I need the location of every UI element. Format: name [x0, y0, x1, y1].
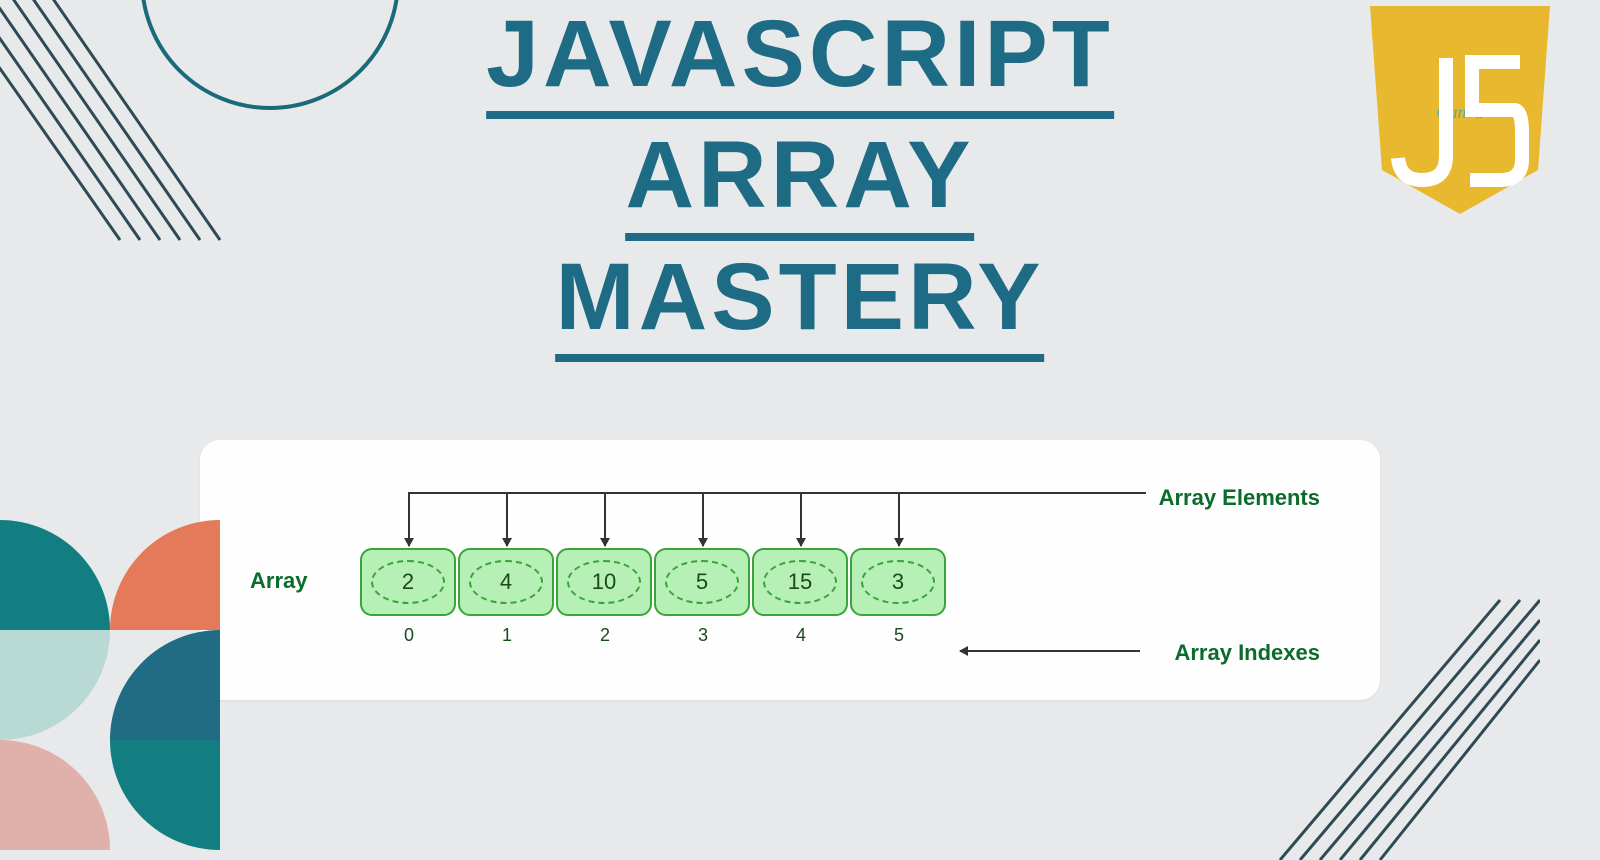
cell-value: 5	[696, 569, 708, 595]
title-line-1: JAVASCRIPT	[486, 0, 1114, 119]
array-cell: 2	[360, 548, 456, 616]
decorative-petals	[0, 520, 230, 860]
js-logo-icon: Canva	[1360, 0, 1560, 220]
label-indexes: Array Indexes	[1174, 640, 1320, 666]
cell-value: 10	[592, 569, 616, 595]
decorative-arc	[140, 0, 400, 110]
index-value: 0	[360, 625, 458, 646]
arrow-to-indexes	[960, 650, 1140, 652]
arrow-to-cell	[800, 492, 802, 546]
index-value: 4	[752, 625, 850, 646]
array-indexes: 0 1 2 3 4 5	[360, 625, 948, 646]
arrow-to-cell	[604, 492, 606, 546]
cell-value: 15	[788, 569, 812, 595]
array-cells: 2 4 10 5 15 3	[360, 548, 948, 616]
title-line-2: ARRAY	[625, 121, 974, 240]
cell-value: 4	[500, 569, 512, 595]
index-value: 3	[654, 625, 752, 646]
array-cell: 3	[850, 548, 946, 616]
array-cell: 10	[556, 548, 652, 616]
arrow-to-cell	[898, 492, 900, 546]
page-title: JAVASCRIPT ARRAY MASTERY	[486, 0, 1114, 364]
arrow-to-cell	[506, 492, 508, 546]
label-array: Array	[250, 568, 307, 594]
arrow-to-cell	[702, 492, 704, 546]
title-line-3: MASTERY	[556, 243, 1045, 362]
connector-bar-elements	[408, 492, 1146, 494]
cell-value: 3	[892, 569, 904, 595]
index-value: 2	[556, 625, 654, 646]
decorative-lines-top-left	[0, 0, 260, 260]
arrow-to-cell	[408, 492, 410, 546]
array-cell: 15	[752, 548, 848, 616]
array-diagram-card: Array Array Elements Array Indexes 2 4 1…	[200, 440, 1380, 700]
label-elements: Array Elements	[1159, 485, 1320, 511]
index-value: 1	[458, 625, 556, 646]
index-value: 5	[850, 625, 948, 646]
array-cell: 4	[458, 548, 554, 616]
array-cell: 5	[654, 548, 750, 616]
cell-value: 2	[402, 569, 414, 595]
